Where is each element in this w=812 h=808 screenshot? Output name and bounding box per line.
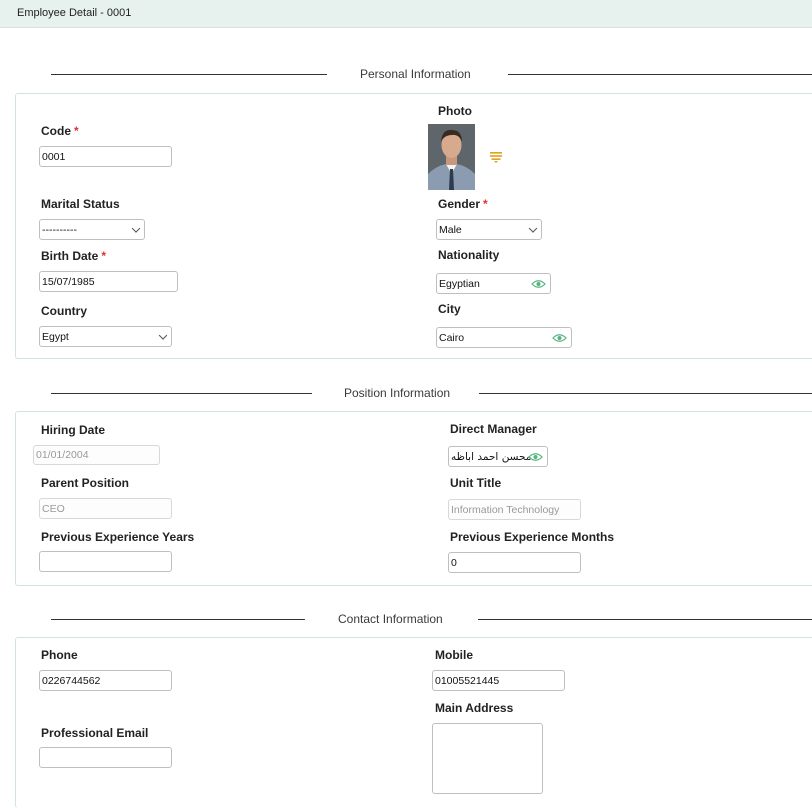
- marital-status-select[interactable]: ----------: [39, 219, 145, 240]
- code-field[interactable]: 0001: [39, 146, 172, 167]
- section-title-personal: Personal Information: [360, 67, 471, 81]
- previous-experience-years-label: Previous Experience Years: [41, 530, 195, 544]
- direct-manager-field[interactable]: محسن احمد اباظه: [448, 446, 548, 467]
- previous-experience-months-field[interactable]: 0: [448, 552, 581, 573]
- nationality-label: Nationality: [438, 248, 500, 262]
- mobile-field[interactable]: 01005521445: [432, 670, 565, 691]
- section-title-position: Position Information: [344, 386, 451, 400]
- unit-title-label: Unit Title: [450, 476, 502, 490]
- eye-icon[interactable]: [528, 452, 543, 462]
- country-label: Country: [41, 304, 87, 318]
- birth-date-field[interactable]: 15/07/1985: [39, 271, 178, 292]
- city-value: Cairo: [439, 331, 465, 344]
- direct-manager-label: Direct Manager: [450, 422, 537, 436]
- city-label: City: [438, 302, 461, 316]
- hiring-date-field: 01/01/2004: [33, 445, 160, 465]
- eye-icon[interactable]: [552, 333, 567, 343]
- marital-status-label: Marital Status: [41, 197, 120, 211]
- phone-label: Phone: [41, 648, 78, 662]
- gender-value: Male: [439, 223, 462, 236]
- chevron-down-icon: [158, 330, 168, 340]
- country-select[interactable]: Egypt: [39, 326, 172, 347]
- photo-label: Photo: [438, 104, 472, 118]
- mobile-label: Mobile: [435, 648, 473, 662]
- parent-position-field: CEO: [39, 498, 172, 519]
- nationality-value: Egyptian: [439, 277, 480, 290]
- professional-email-field[interactable]: [39, 747, 172, 768]
- chevron-down-icon: [528, 223, 538, 233]
- country-value: Egypt: [42, 330, 69, 343]
- previous-experience-months-label: Previous Experience Months: [450, 530, 615, 544]
- gender-label: Gender *: [438, 197, 488, 211]
- section-divider-right: [508, 74, 812, 75]
- section-divider-left: [51, 619, 305, 620]
- section-divider-left: [51, 393, 312, 394]
- window-title: Employee Detail - 0001: [17, 7, 132, 19]
- direct-manager-value: محسن احمد اباظه: [451, 450, 532, 463]
- nationality-field[interactable]: Egyptian: [436, 273, 551, 294]
- section-divider-right: [479, 393, 812, 394]
- photo-menu-icon[interactable]: [489, 150, 503, 163]
- window-titlebar: Employee Detail - 0001: [0, 0, 812, 28]
- previous-experience-years-field[interactable]: [39, 551, 172, 572]
- birth-date-label: Birth Date *: [41, 249, 107, 263]
- section-divider-right: [478, 619, 812, 620]
- unit-title-field: Information Technology: [448, 499, 581, 520]
- chevron-down-icon: [131, 223, 141, 233]
- professional-email-label: Professional Email: [41, 726, 149, 740]
- main-address-textarea[interactable]: [432, 723, 543, 794]
- main-address-label: Main Address: [435, 701, 514, 715]
- contact-info-panel: [15, 637, 812, 808]
- city-field[interactable]: Cairo: [436, 327, 572, 348]
- phone-field[interactable]: 0226744562: [39, 670, 172, 691]
- marital-status-value: ----------: [42, 223, 77, 236]
- parent-position-label: Parent Position: [41, 476, 130, 490]
- section-divider-left: [51, 74, 327, 75]
- hiring-date-label: Hiring Date: [41, 423, 106, 437]
- code-label: Code *: [41, 124, 79, 138]
- employee-photo: [428, 124, 475, 190]
- eye-icon[interactable]: [531, 279, 546, 289]
- section-title-contact: Contact Information: [338, 612, 443, 626]
- gender-select[interactable]: Male: [436, 219, 542, 240]
